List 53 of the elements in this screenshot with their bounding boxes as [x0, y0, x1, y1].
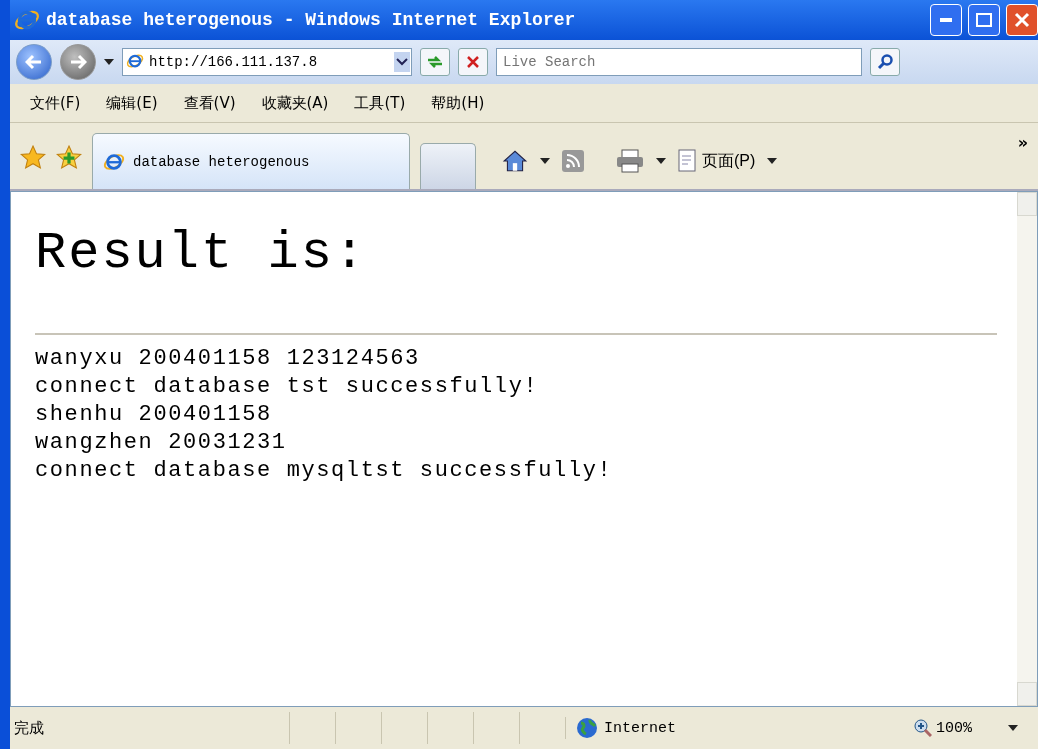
page-menu-button[interactable]: 页面(P): [678, 149, 756, 173]
result-line: shenhu 200401158: [35, 401, 273, 429]
page-icon: [678, 149, 698, 173]
refresh-arrows-icon: [426, 54, 444, 70]
caret-icon[interactable]: [540, 158, 550, 164]
forward-button[interactable]: [60, 44, 96, 80]
back-arrow-icon: [25, 54, 43, 70]
forward-arrow-icon: [69, 54, 87, 70]
search-field[interactable]: Live Search: [496, 48, 862, 76]
security-zone: Internet: [604, 719, 676, 737]
stop-button[interactable]: [458, 48, 488, 76]
menu-item[interactable]: 帮助(H): [431, 93, 485, 113]
add-favorite-icon[interactable]: [56, 145, 82, 171]
result-heading: Result is:: [35, 224, 369, 283]
result-line: wangzhen 20031231: [35, 429, 288, 457]
browser-logo-icon: [126, 52, 144, 70]
address-field[interactable]: http://166.111.137.8: [122, 48, 412, 76]
caret-icon[interactable]: [767, 158, 778, 164]
stop-x-icon: [466, 55, 480, 69]
maximize-button[interactable]: [968, 4, 1000, 36]
minimize-button[interactable]: [930, 4, 962, 36]
menu-item[interactable]: 编辑(E): [106, 93, 158, 113]
dropdown-icon[interactable]: [394, 52, 410, 72]
maximize-icon: [976, 13, 992, 27]
zoom-button[interactable]: 100%: [908, 718, 978, 738]
result-line: connect database tst successfully!: [35, 373, 540, 401]
result-line: wanyxu 200401158 123124563: [35, 345, 421, 373]
back-button[interactable]: [16, 44, 52, 80]
refresh-button[interactable]: [420, 48, 450, 76]
window-title: database heterogenous - Windows Internet Explorer: [46, 10, 577, 30]
close-button[interactable]: [1006, 4, 1038, 36]
home-icon[interactable]: [502, 148, 528, 174]
menu-item[interactable]: 查看(V): [183, 93, 236, 113]
more-commands-chevron[interactable]: »: [1017, 133, 1028, 152]
minimize-icon: [940, 18, 952, 22]
history-caret-icon[interactable]: [104, 59, 114, 65]
feed-icon: [562, 150, 584, 172]
close-icon: [1014, 12, 1030, 28]
result-line: connect database mysqltst successfully!: [35, 457, 614, 485]
search-button[interactable]: [870, 48, 900, 76]
caret-icon[interactable]: [656, 158, 666, 164]
zoom-caret-icon[interactable]: [1008, 725, 1018, 731]
browser-tab[interactable]: database heterogenous: [92, 133, 410, 189]
globe-icon: [576, 717, 598, 739]
scrollbar[interactable]: [1017, 192, 1037, 706]
menu-item[interactable]: 收藏夹(A): [261, 93, 329, 113]
printer-icon[interactable]: [616, 149, 644, 173]
status-text: 完成: [13, 718, 45, 738]
zoom-icon: [914, 719, 932, 737]
menu-item[interactable]: 文件(F): [30, 93, 81, 113]
search-icon: [877, 54, 893, 70]
favorites-star-icon[interactable]: [20, 145, 46, 171]
menu-item[interactable]: 工具(T): [354, 93, 406, 113]
